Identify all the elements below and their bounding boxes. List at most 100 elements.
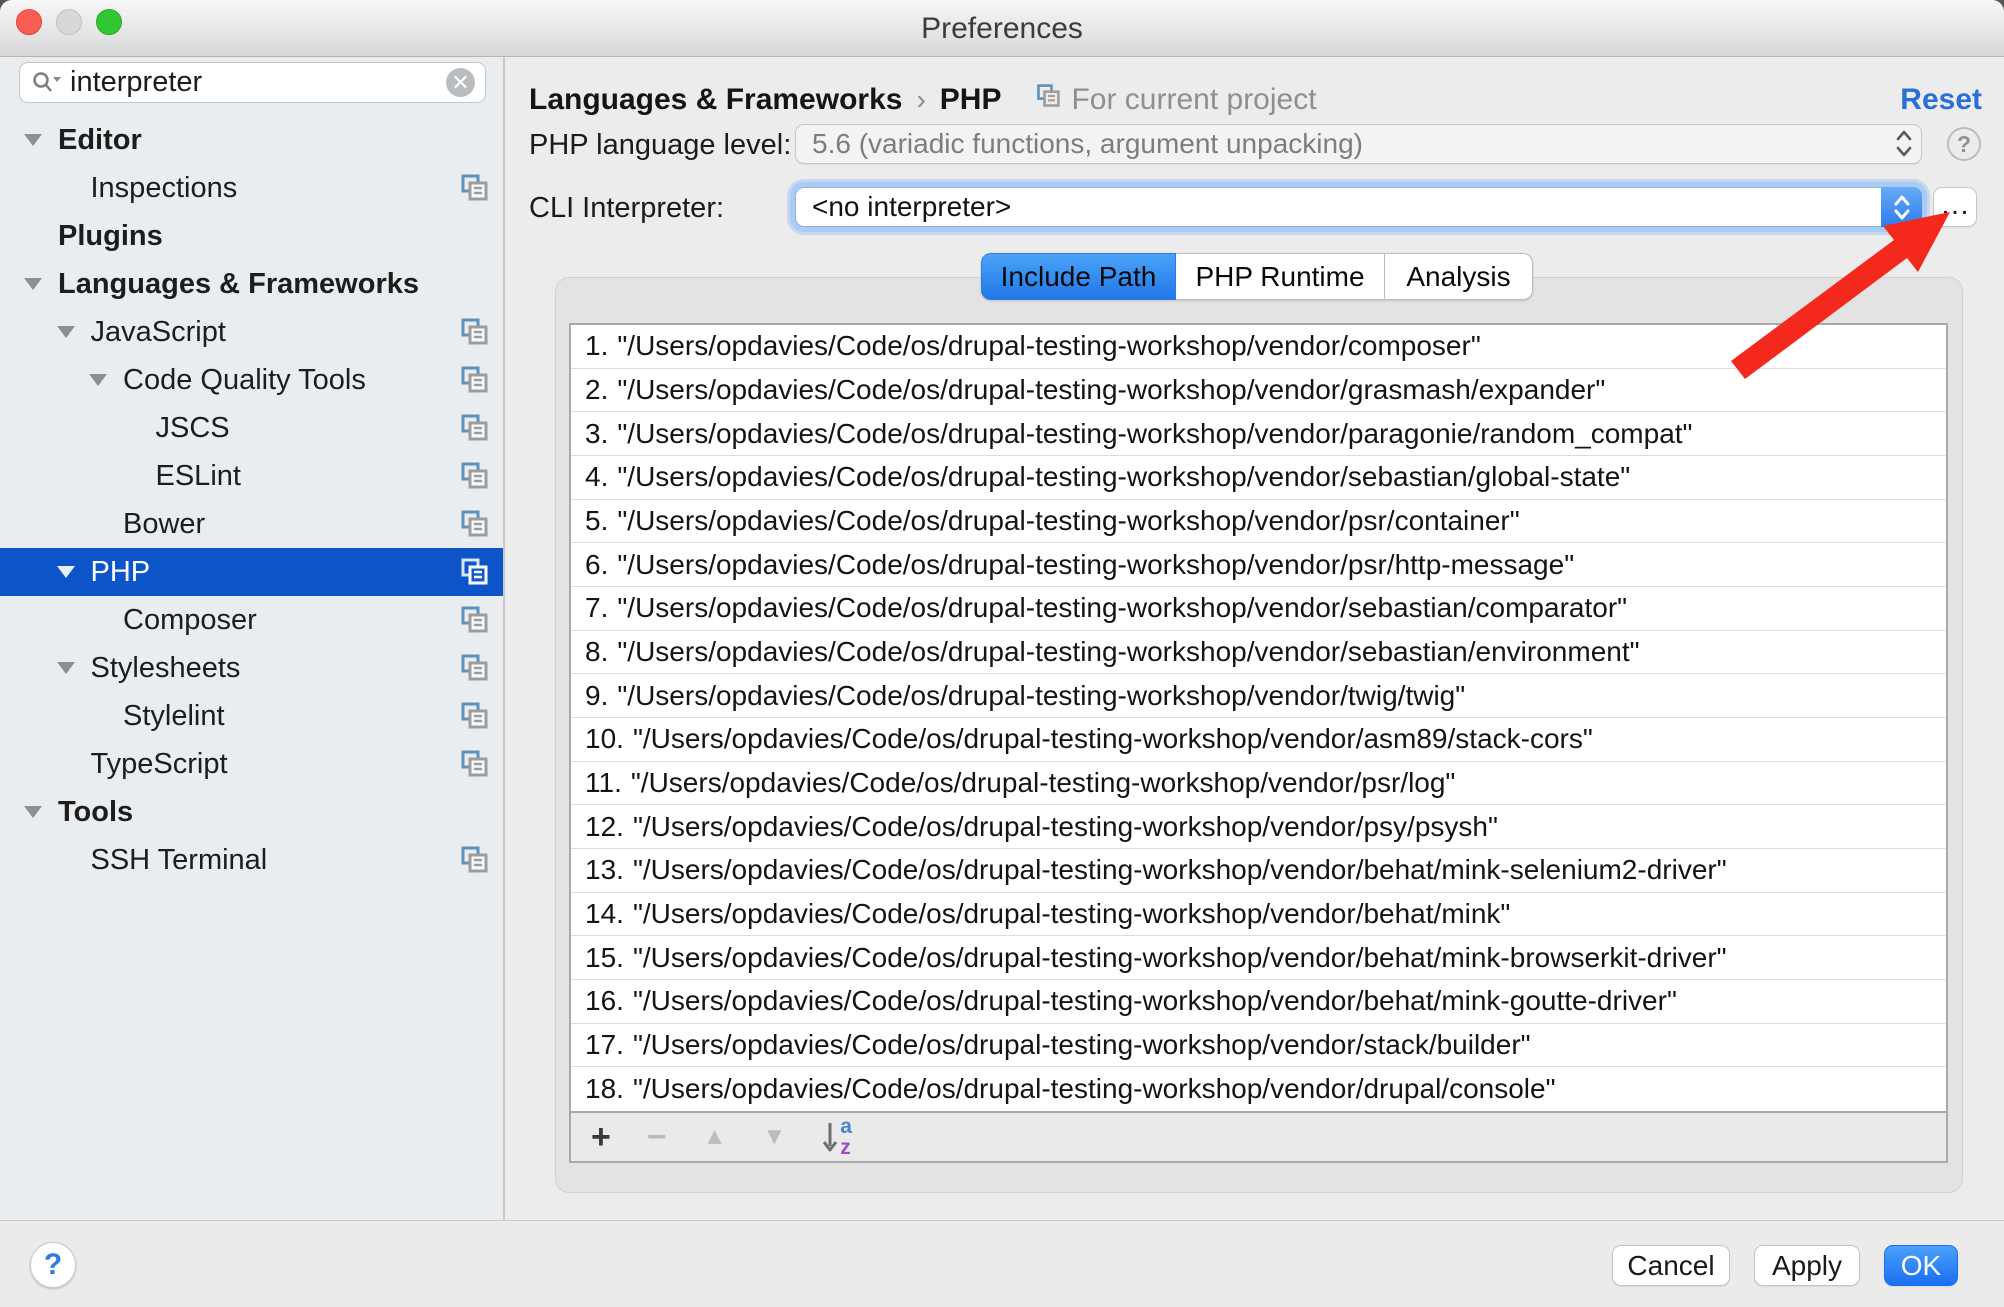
language-level-help-icon[interactable]: ? — [1947, 127, 1981, 161]
move-down-button[interactable]: ▼ — [762, 1125, 786, 1149]
disclosure-arrow-icon[interactable] — [89, 374, 123, 386]
sort-alphabetically-button[interactable]: a z — [822, 1116, 852, 1158]
cancel-button[interactable]: Cancel — [1612, 1245, 1730, 1286]
apply-button[interactable]: Apply — [1754, 1245, 1860, 1286]
sidebar-item-code-quality-tools[interactable]: Code Quality Tools — [0, 356, 503, 404]
include-path-row[interactable]: 7. "/Users/opdavies/Code/os/drupal-testi… — [571, 587, 1946, 631]
include-path-row[interactable]: 15. "/Users/opdavies/Code/os/drupal-test… — [571, 936, 1946, 980]
sidebar-item-tools[interactable]: Tools — [0, 788, 503, 836]
include-path-row[interactable]: 16. "/Users/opdavies/Code/os/drupal-test… — [571, 980, 1946, 1024]
include-path-row[interactable]: 6. "/Users/opdavies/Code/os/drupal-testi… — [571, 543, 1946, 587]
sort-letter-a: a — [840, 1116, 852, 1137]
search-input[interactable]: interpreter ✕ — [19, 62, 486, 103]
reset-link[interactable]: Reset — [1900, 80, 1982, 120]
include-path-row[interactable]: 2. "/Users/opdavies/Code/os/drupal-testi… — [571, 369, 1946, 413]
disclosure-arrow-icon[interactable] — [57, 662, 91, 674]
sidebar-item-inspections[interactable]: Inspections — [0, 164, 503, 212]
sidebar-item-editor[interactable]: Editor — [0, 116, 503, 164]
include-path-row[interactable]: 13. "/Users/opdavies/Code/os/drupal-test… — [571, 849, 1946, 893]
sidebar-item-javascript[interactable]: JavaScript — [0, 308, 503, 356]
help-button[interactable]: ? — [30, 1242, 76, 1288]
disclosure-arrow-icon[interactable] — [24, 134, 58, 146]
include-path-number: 17. — [585, 1029, 624, 1061]
include-path-row[interactable]: 1. "/Users/opdavies/Code/os/drupal-testi… — [571, 325, 1946, 369]
include-path-value: "/Users/opdavies/Code/os/drupal-testing-… — [617, 592, 1627, 624]
sidebar-item-label: Tools — [58, 796, 133, 829]
sidebar-item-label: Plugins — [58, 220, 163, 253]
tab-analysis[interactable]: Analysis — [1385, 253, 1533, 300]
include-path-row[interactable]: 8. "/Users/opdavies/Code/os/drupal-testi… — [571, 631, 1946, 675]
include-path-number: 5. — [585, 505, 608, 537]
add-path-button[interactable]: + — [591, 1120, 611, 1154]
scope-label: For current project — [1071, 83, 1316, 117]
copy-settings-icon — [459, 605, 489, 635]
disclosure-arrow-icon[interactable] — [24, 278, 58, 290]
list-toolbar: + − ▲ ▼ a z — [569, 1113, 1948, 1163]
cli-interpreter-select[interactable]: <no interpreter> — [795, 187, 1922, 227]
sidebar-item-label: ESLint — [156, 460, 241, 493]
remove-path-button[interactable]: − — [647, 1120, 667, 1154]
include-path-number: 8. — [585, 636, 608, 668]
include-path-row[interactable]: 5. "/Users/opdavies/Code/os/drupal-testi… — [571, 500, 1946, 544]
sidebar-item-plugins[interactable]: Plugins — [0, 212, 503, 260]
disclosure-arrow-icon[interactable] — [57, 326, 91, 338]
copy-settings-icon — [459, 557, 489, 587]
cli-interpreter-label: CLI Interpreter: — [529, 192, 724, 225]
include-path-row[interactable]: 11. "/Users/opdavies/Code/os/drupal-test… — [571, 762, 1946, 806]
include-path-value: "/Users/opdavies/Code/os/drupal-testing-… — [617, 549, 1574, 581]
sidebar-item-languages-frameworks[interactable]: Languages & Frameworks — [0, 260, 503, 308]
sidebar-item-label: Stylesheets — [91, 652, 241, 685]
sidebar-item-bower[interactable]: Bower — [0, 500, 503, 548]
settings-sidebar: interpreter ✕ Editor Inspections Plugins… — [0, 57, 505, 1220]
preferences-window: Preferences interpreter ✕ Editor Inspect… — [0, 0, 2004, 1307]
include-path-number: 1. — [585, 330, 608, 362]
search-icon — [32, 70, 62, 96]
include-path-row[interactable]: 18. "/Users/opdavies/Code/os/drupal-test… — [571, 1067, 1946, 1111]
include-path-value: "/Users/opdavies/Code/os/drupal-testing-… — [633, 811, 1498, 843]
clear-search-icon[interactable]: ✕ — [446, 68, 475, 97]
sidebar-item-ssh-terminal[interactable]: SSH Terminal — [0, 836, 503, 884]
language-level-select[interactable]: 5.6 (variadic functions, argument unpack… — [795, 124, 1922, 164]
copy-settings-icon — [459, 461, 489, 491]
sidebar-item-composer[interactable]: Composer — [0, 596, 503, 644]
include-path-value: "/Users/opdavies/Code/os/drupal-testing-… — [633, 1073, 1556, 1105]
include-path-list: 1. "/Users/opdavies/Code/os/drupal-testi… — [569, 323, 1948, 1113]
disclosure-arrow-icon[interactable] — [24, 806, 58, 818]
include-path-row[interactable]: 4. "/Users/opdavies/Code/os/drupal-testi… — [571, 456, 1946, 500]
sidebar-item-typescript[interactable]: TypeScript — [0, 740, 503, 788]
tab-content-panel: 1. "/Users/opdavies/Code/os/drupal-testi… — [555, 277, 1963, 1193]
include-path-row[interactable]: 14. "/Users/opdavies/Code/os/drupal-test… — [571, 893, 1946, 937]
include-path-value: "/Users/opdavies/Code/os/drupal-testing-… — [633, 1029, 1531, 1061]
tab-include-path[interactable]: Include Path — [981, 253, 1176, 300]
include-path-number: 18. — [585, 1073, 624, 1105]
copy-settings-icon — [459, 653, 489, 683]
include-path-row[interactable]: 12. "/Users/opdavies/Code/os/drupal-test… — [571, 805, 1946, 849]
include-path-number: 12. — [585, 811, 624, 843]
move-up-button[interactable]: ▲ — [703, 1125, 727, 1149]
include-path-value: "/Users/opdavies/Code/os/drupal-testing-… — [617, 461, 1630, 493]
sidebar-item-php[interactable]: PHP — [0, 548, 503, 596]
sidebar-item-jscs[interactable]: JSCS — [0, 404, 503, 452]
disclosure-arrow-icon[interactable] — [57, 566, 91, 578]
ok-button[interactable]: OK — [1884, 1245, 1958, 1286]
include-path-value: "/Users/opdavies/Code/os/drupal-testing-… — [633, 898, 1510, 930]
sidebar-item-eslint[interactable]: ESLint — [0, 452, 503, 500]
sidebar-item-label: JSCS — [156, 412, 230, 445]
sidebar-item-stylesheets[interactable]: Stylesheets — [0, 644, 503, 692]
include-path-value: "/Users/opdavies/Code/os/drupal-testing-… — [617, 418, 1692, 450]
sidebar-item-stylelint[interactable]: Stylelint — [0, 692, 503, 740]
copy-settings-icon — [459, 845, 489, 875]
sidebar-item-label: JavaScript — [91, 316, 226, 349]
tab-php-runtime[interactable]: PHP Runtime — [1176, 253, 1385, 300]
include-path-number: 11. — [585, 767, 622, 799]
include-path-value: "/Users/opdavies/Code/os/drupal-testing-… — [631, 767, 1456, 799]
include-path-row[interactable]: 17. "/Users/opdavies/Code/os/drupal-test… — [571, 1024, 1946, 1068]
include-path-row[interactable]: 9. "/Users/opdavies/Code/os/drupal-testi… — [571, 674, 1946, 718]
include-path-row[interactable]: 10. "/Users/opdavies/Code/os/drupal-test… — [571, 718, 1946, 762]
include-path-number: 15. — [585, 942, 624, 974]
include-path-row[interactable]: 3. "/Users/opdavies/Code/os/drupal-testi… — [571, 412, 1946, 456]
include-path-number: 4. — [585, 461, 608, 493]
include-path-number: 10. — [585, 723, 624, 755]
search-input-value: interpreter — [70, 66, 446, 99]
browse-interpreters-button[interactable]: … — [1933, 187, 1977, 227]
